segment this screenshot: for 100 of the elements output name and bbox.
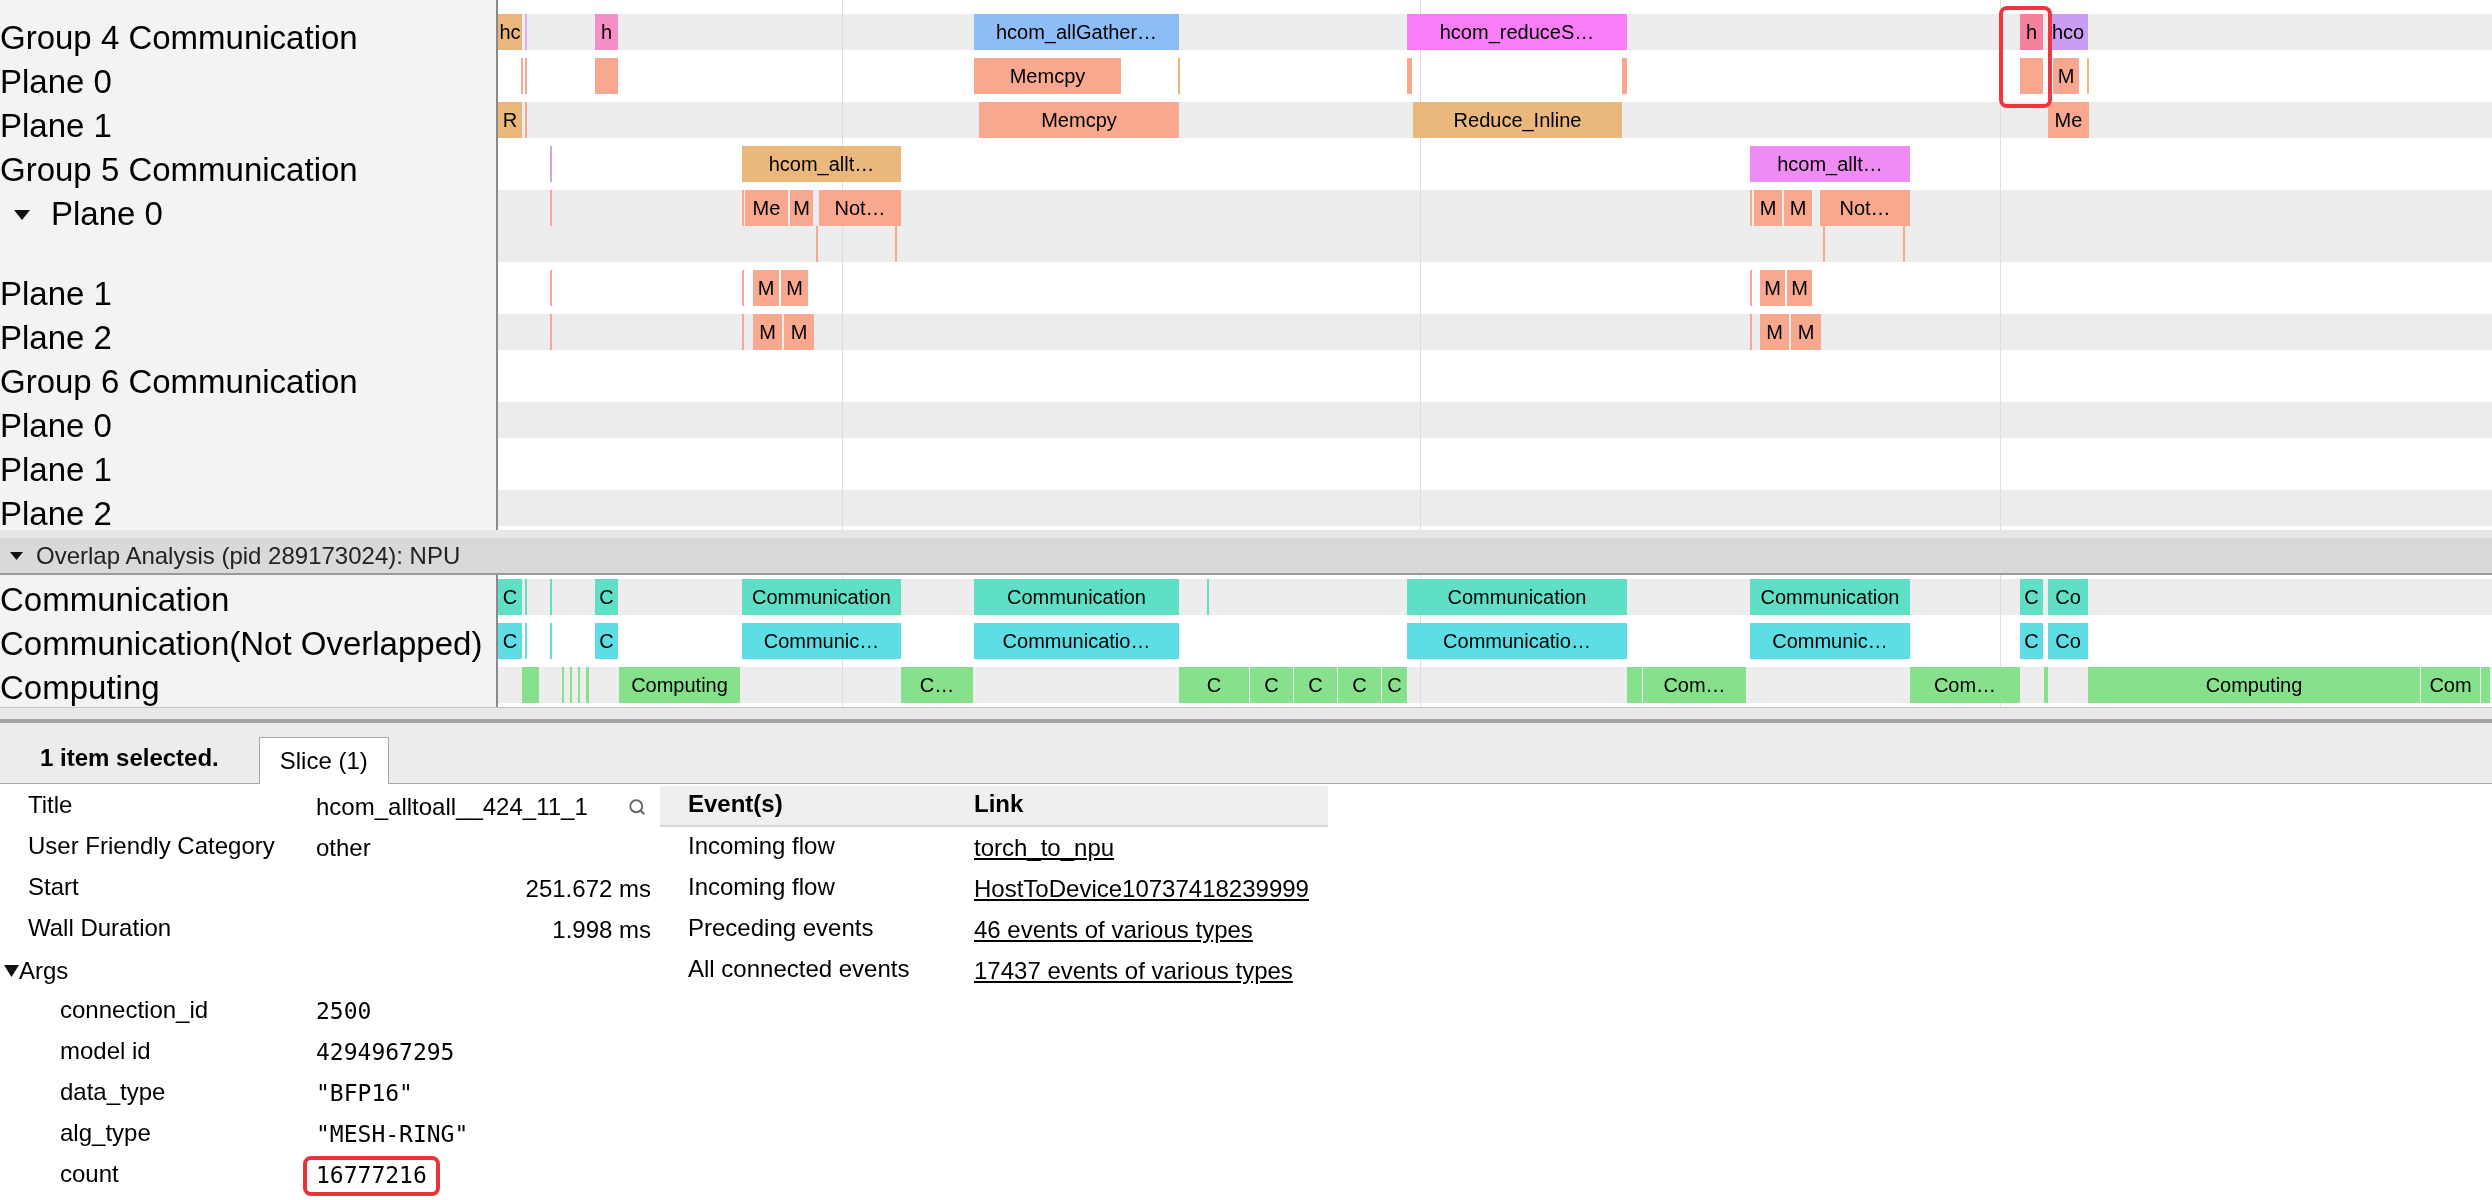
trace-slice[interactable] [2020,58,2043,94]
field-value: 1.998 ms [552,917,651,942]
trace-slice[interactable]: hcom_allt… [742,146,901,182]
trace-slice[interactable]: M [1787,270,1812,306]
trace-slice[interactable]: Communicatio… [1407,623,1627,659]
trace-slice[interactable]: hcom_reduceS… [1407,14,1627,50]
trace-slice[interactable]: Memcpy [974,58,1121,94]
trace-slice[interactable]: hcom_allGather… [974,14,1179,50]
trace-slice[interactable]: Communication [974,579,1179,615]
trace-slice[interactable]: Not… [819,190,901,226]
trace-slice[interactable]: M [784,314,814,350]
track-label: Group 5 Communication [0,153,358,186]
trace-slice[interactable]: Com… [1643,667,1746,703]
table-cell: Preceding events [688,914,874,941]
trace-slice[interactable]: Communication [1750,579,1910,615]
trace-slice[interactable]: hcom_allt… [1750,146,1910,182]
trace-slice[interactable]: Communicatio… [974,623,1179,659]
track-label: Plane 2 [0,321,112,354]
field-label: User Friendly Category [28,832,275,859]
trace-slice[interactable]: h [2020,14,2043,50]
arg-value: 2500 [316,1000,372,1023]
trace-slice[interactable]: Communication [1407,579,1627,615]
trace-slice[interactable]: M [790,190,813,226]
arg-value: "MESH-RING" [316,1123,469,1146]
trace-slice[interactable]: hc [498,14,522,50]
section-title: Overlap Analysis (pid 289173024): NPU [36,543,461,568]
event-link[interactable]: torch_to_npu [974,835,1115,860]
table-cell: All connected events [688,955,910,982]
event-link[interactable]: HostToDevice10737418239999 [974,876,1309,901]
trace-slice[interactable] [586,667,589,703]
section-header[interactable]: Overlap Analysis (pid 289173024): NPU [0,538,2492,575]
arg-value: "BFP16" [316,1082,413,1105]
trace-slice[interactable]: M [2053,58,2079,94]
track-label: Plane 0 [0,65,112,98]
selection-status: 1 item selected. [40,746,219,770]
splitter-bar[interactable] [0,707,2492,723]
trace-slice[interactable]: Memcpy [979,102,1179,138]
trace-slice[interactable]: C [1250,667,1293,703]
trace-slice[interactable]: Not… [1820,190,1910,226]
trace-slice[interactable]: Me [745,190,788,226]
trace-slice[interactable]: Com… [1910,667,2020,703]
trace-slice[interactable]: C [1179,667,1249,703]
trace-slice[interactable]: C [1382,667,1407,703]
triangle-down-icon[interactable] [4,964,19,977]
trace-slice[interactable]: C [1294,667,1337,703]
field-value: hcom_alltoall__424_11_1 [316,794,588,819]
trace-slice[interactable]: Computing [2088,667,2420,703]
trace-slice[interactable] [2481,667,2490,703]
trace-slice[interactable] [595,58,618,94]
trace-slice[interactable]: C [1338,667,1381,703]
trace-slice[interactable] [1622,58,1627,94]
trace-slice[interactable]: Computing [619,667,740,703]
trace-slice[interactable]: M [1784,190,1812,226]
trace-slice[interactable]: Communication [742,579,901,615]
trace-slice[interactable]: Communic… [742,623,901,659]
trace-slice[interactable]: C… [901,667,973,703]
field-value: 251.672 ms [525,876,651,901]
column-header: Link [974,790,1024,817]
trace-slice[interactable]: C [595,623,618,659]
trace-slice[interactable]: C [498,579,522,615]
track-label: Plane 0 [0,409,112,442]
trace-slice[interactable]: M [1760,270,1785,306]
trace-slice[interactable] [2044,667,2048,703]
track-label: Plane 0 [51,197,163,230]
trace-slice[interactable] [522,667,539,703]
trace-slice[interactable]: C [498,623,522,659]
trace-slice[interactable]: R [498,102,522,138]
trace-slice[interactable]: Com [2421,667,2480,703]
triangle-down-icon[interactable] [10,551,23,560]
track-label: Computing [0,671,160,704]
trace-slice[interactable]: C [2020,579,2043,615]
track-label: Communication [0,583,230,616]
trace-slice[interactable]: M [753,270,779,306]
trace-slice[interactable] [1407,58,1412,94]
tab[interactable]: Slice (1) [258,737,389,784]
trace-slice[interactable] [1627,667,1642,703]
trace-slice[interactable]: M [1791,314,1821,350]
trace-slice[interactable]: Co [2048,579,2088,615]
trace-slice[interactable]: M [781,270,808,306]
trace-slice[interactable]: Me [2048,102,2089,138]
arg-name: data_type [60,1078,166,1105]
arg-name: connection_id [60,996,209,1023]
triangle-down-icon[interactable] [14,210,30,220]
search-icon[interactable] [628,797,646,816]
trace-slice[interactable]: M [1754,190,1782,226]
track-label: Plane 1 [0,109,112,142]
trace-slice[interactable]: C [595,579,618,615]
trace-slice[interactable]: M [753,314,782,350]
trace-slice[interactable]: C [2020,623,2043,659]
trace-slice[interactable]: M [1760,314,1789,350]
trace-slice[interactable]: Reduce_Inline [1413,102,1622,138]
trace-slice[interactable]: Communic… [1750,623,1910,659]
args-label: Args [19,958,69,983]
trace-slice[interactable]: Co [2048,623,2088,659]
field-value: other [316,835,371,860]
event-link[interactable]: 46 events of various types [974,917,1253,942]
trace-slice[interactable]: h [595,14,618,50]
arg-name: model id [60,1037,151,1064]
field-label: Wall Duration [28,914,172,941]
event-link[interactable]: 17437 events of various types [974,958,1293,983]
